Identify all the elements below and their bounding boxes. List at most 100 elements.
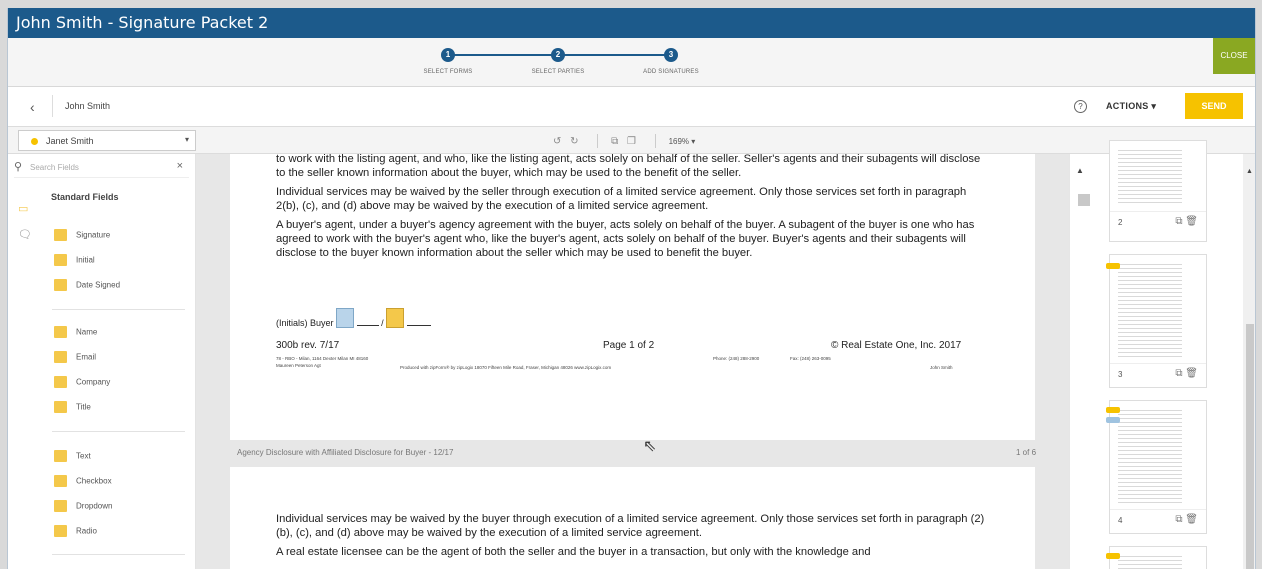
step-number: 3 <box>664 48 678 62</box>
paragraph: A buyer's agent, under a buyer's agency … <box>276 219 975 259</box>
footer-phone: Phone: (248) 288-2900 <box>713 356 760 361</box>
dropdown-icon <box>54 500 67 512</box>
actions-menu[interactable]: ACTIONS ▾ <box>1106 101 1156 112</box>
fields-tab-icon[interactable]: ▭ <box>18 202 28 215</box>
thumbnail-meta: 3 ⧉ 🗑 <box>1110 363 1206 383</box>
footer-client: John Smith <box>930 365 953 370</box>
person-icon <box>54 326 67 338</box>
field-name[interactable]: Name <box>54 326 97 342</box>
comments-tab-icon[interactable]: 🗨 <box>18 228 32 241</box>
signer-tag <box>1106 263 1120 269</box>
signer-select[interactable]: Janet Smith ▾ <box>18 130 196 151</box>
checkbox-icon <box>54 475 67 487</box>
signer-name: Janet Smith <box>46 136 94 146</box>
close-button[interactable]: CLOSE <box>1213 38 1255 74</box>
field-dropdown[interactable]: Dropdown <box>54 500 112 516</box>
calendar-icon <box>54 279 67 291</box>
zoom-select[interactable]: 169% ▾ <box>669 137 696 146</box>
fields-sidebar: ⚲ Search Fields × ▭ 🗨 Standard Fields Si… <box>8 154 196 569</box>
document-viewer[interactable]: to work with the listing agent, and who,… <box>196 154 1069 569</box>
field-email[interactable]: Email <box>54 351 96 367</box>
field-initial[interactable]: Initial <box>54 254 95 270</box>
thumbnail-number: 4 <box>1118 516 1123 525</box>
help-icon[interactable]: ? <box>1074 100 1087 113</box>
copy-icon[interactable]: ⧉ <box>611 136 618 147</box>
footer-fax: Fax: (248) 263-0095 <box>790 356 831 361</box>
copyright: © Real Estate One, Inc. 2017 <box>831 340 962 351</box>
app-window: John Smith - Signature Packet 2 1 SELECT… <box>7 8 1256 569</box>
edit-tools: ↺ ↻ ⧉ ❐ 169% ▾ <box>553 134 701 148</box>
field-label: Text <box>76 451 91 461</box>
field-label: Radio <box>76 526 97 536</box>
scroll-thumb[interactable] <box>1078 194 1090 206</box>
thumbnail-panel: 2 ⧉ 🗑 3 ⧉ 🗑 4 ⧉ 🗑 <box>1097 140 1243 569</box>
step-select-parties[interactable]: 2 SELECT PARTIES <box>513 48 603 75</box>
field-signature[interactable]: Signature <box>54 229 110 245</box>
footer-office: 78 - RBO - Milan, 1164 Dexter Milan MI 4… <box>276 356 369 361</box>
thumbnail-meta: 2 ⧉ 🗑 <box>1110 211 1206 231</box>
field-radio[interactable]: Radio <box>54 525 97 541</box>
step-add-signatures[interactable]: 3 ADD SIGNATURES <box>626 48 716 75</box>
copy-delete-icons[interactable]: ⧉ 🗑 <box>1175 368 1198 379</box>
scroll-thumb[interactable] <box>1246 324 1254 569</box>
field-date-signed[interactable]: Date Signed <box>54 279 120 295</box>
section-title: Standard Fields <box>51 192 119 202</box>
thumbnail-image <box>1118 147 1198 205</box>
paragraph: to work with the listing agent, and who,… <box>276 154 981 179</box>
copy-delete-icons[interactable]: ⧉ 🗑 <box>1175 514 1198 525</box>
radio-icon <box>54 525 67 537</box>
page-thumbnail[interactable] <box>1106 546 1207 569</box>
copy-delete-icons[interactable]: ⧉ 🗑 <box>1175 216 1198 227</box>
redo-icon[interactable]: ↻ <box>570 136 578 147</box>
thumbnail-scrollbar[interactable]: ▲ <box>1243 154 1255 569</box>
thumbnail-number: 3 <box>1118 370 1123 379</box>
field-label: Checkbox <box>76 476 112 486</box>
field-checkbox[interactable]: Checkbox <box>54 475 112 491</box>
initial-field-placed[interactable] <box>336 308 355 328</box>
signer-tag <box>1106 417 1120 423</box>
field-label: Name <box>76 327 98 337</box>
mouse-cursor-icon: ⇖ <box>643 438 657 455</box>
undo-icon[interactable]: ↺ <box>553 136 561 147</box>
thumbnail-image <box>1118 407 1198 503</box>
page-thumbnail[interactable]: 4 ⧉ 🗑 <box>1106 400 1207 534</box>
page-thumbnail[interactable]: 3 ⧉ 🗑 <box>1106 254 1207 388</box>
divider <box>597 134 599 148</box>
signature-icon <box>54 229 67 241</box>
thumbnail-image <box>1118 553 1198 569</box>
scroll-up-icon[interactable]: ▲ <box>1076 166 1084 175</box>
thumbnail-meta: 4 ⧉ 🗑 <box>1110 509 1206 529</box>
initials-line: (Initials) Buyer / <box>276 308 431 328</box>
step-number: 1 <box>441 48 455 62</box>
field-company[interactable]: Company <box>54 376 110 392</box>
clear-icon[interactable]: × <box>177 160 183 172</box>
footer-agent: Maureen Peterson Agt <box>276 363 321 368</box>
envelope-icon <box>54 351 67 363</box>
back-arrow-icon[interactable]: ‹ <box>30 99 35 115</box>
document-scrollbar[interactable]: ▲ <box>1069 154 1097 569</box>
send-button[interactable]: SEND <box>1185 93 1243 119</box>
field-label: Company <box>76 377 111 387</box>
divider <box>52 431 185 432</box>
text-icon <box>54 450 67 462</box>
field-label: Date Signed <box>76 280 121 290</box>
initial-field-placed[interactable] <box>386 308 405 328</box>
step-select-forms[interactable]: 1 SELECT FORMS <box>403 48 493 75</box>
paste-icon[interactable]: ❐ <box>627 136 636 147</box>
divider <box>52 95 53 117</box>
field-text[interactable]: Text <box>54 450 91 466</box>
title-bar: John Smith - Signature Packet 2 <box>8 8 1255 38</box>
search-input[interactable]: Search Fields <box>30 163 79 172</box>
document-page-2: Individual services may be waived by the… <box>230 467 1035 569</box>
field-label: Initial <box>76 255 95 265</box>
divider <box>52 554 185 555</box>
page-count: 1 of 6 <box>1016 448 1037 457</box>
document-page-1: to work with the listing agent, and who,… <box>230 154 1035 440</box>
signer-color-dot <box>31 138 38 145</box>
field-label: Signature <box>76 230 111 240</box>
search-fields[interactable]: ⚲ Search Fields × <box>14 158 189 178</box>
slash: / <box>381 318 384 328</box>
scroll-up-icon[interactable]: ▲ <box>1246 168 1253 175</box>
page-thumbnail[interactable]: 2 ⧉ 🗑 <box>1109 140 1207 242</box>
field-title[interactable]: Title <box>54 401 91 417</box>
